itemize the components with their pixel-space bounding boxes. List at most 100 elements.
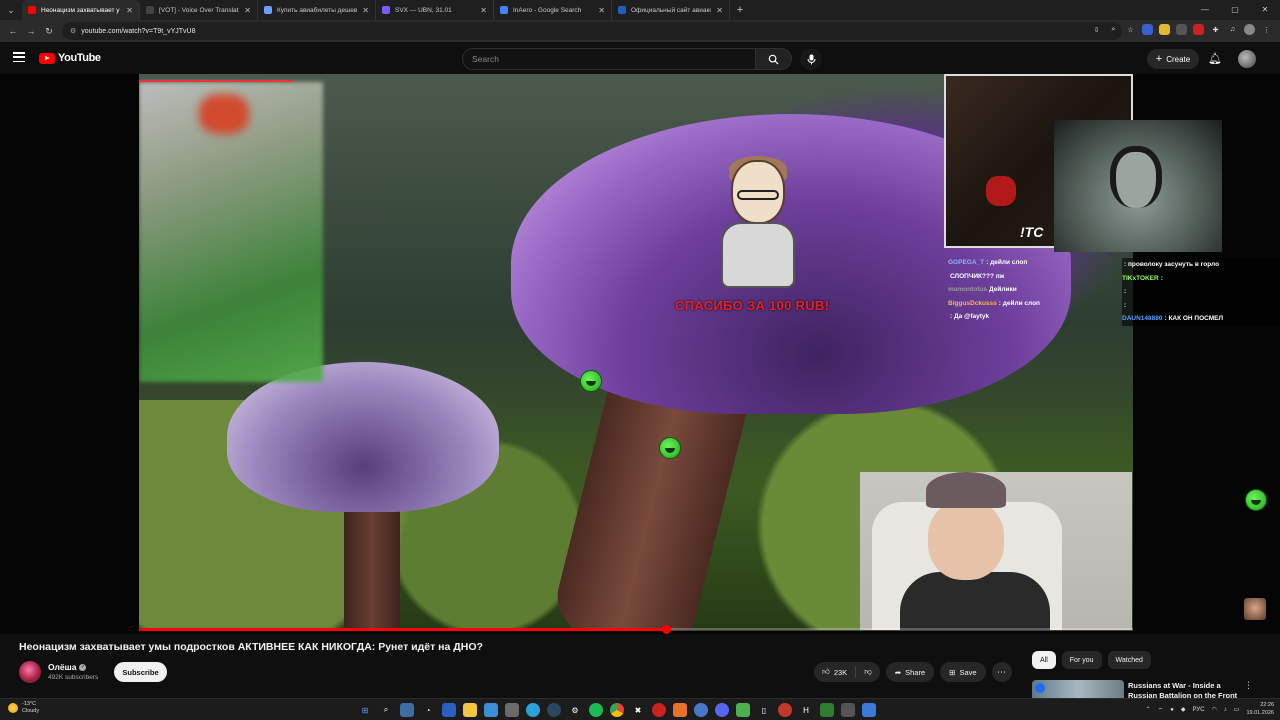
filter-chip[interactable]: For you [1061,651,1102,669]
tab-title: Купить авиабилеты дешево о [277,6,358,14]
browser-tab[interactable]: InAero - Google Search ✕ [494,0,612,20]
search-input[interactable] [462,48,756,70]
extension-yellow-icon[interactable] [1159,24,1170,35]
browser-tab[interactable]: SVX — UBN, 31.01 ✕ [376,0,494,20]
browser-tab[interactable]: Официальный сайт авиакомп ✕ [612,0,730,20]
channel-avatar[interactable] [19,661,41,683]
app-icon[interactable] [652,703,666,717]
app-icon[interactable]: H [799,703,813,717]
minimize-button[interactable]: — [1190,0,1220,20]
discord-icon[interactable] [715,703,729,717]
tab-search-menu[interactable]: ⌄ [0,0,22,20]
taskbar-search-icon[interactable]: ⌕ [379,703,393,717]
new-tab-button[interactable]: + [730,4,750,16]
voice-search-button[interactable] [800,48,822,70]
profile-icon[interactable] [1244,24,1255,35]
account-avatar[interactable] [1238,50,1256,68]
browser-menu-icon[interactable]: ⋮ [1261,24,1272,35]
media-control-icon[interactable]: ♫ [1227,24,1238,35]
app-icon[interactable] [442,703,456,717]
volume-icon[interactable]: ♪ [1224,707,1227,713]
app-icon[interactable]: ✖ [631,703,645,717]
search-button[interactable] [756,48,792,70]
network-icon[interactable]: ⌔ [1158,706,1164,714]
input-language[interactable]: РУС [1193,707,1205,713]
dislike-button[interactable]: 👎︎ [856,662,880,682]
install-app-icon[interactable]: ⇩ [1091,24,1102,35]
minecraft-icon[interactable] [736,703,750,717]
forward-button[interactable]: → [22,26,40,36]
close-window-button[interactable]: ✕ [1250,0,1280,20]
filter-chip[interactable]: Watched [1107,651,1151,669]
url-bar[interactable]: ⚙ youtube.com/watch?v=T9t_vYJTvU8 [62,22,1122,40]
app-icon[interactable]: ⚙ [568,703,582,717]
steam-icon[interactable] [547,703,561,717]
guide-menu-icon[interactable] [13,52,25,62]
browser-tab[interactable]: Неонацизм захватывает у ✕ [22,0,140,20]
progress-scrubber[interactable] [662,625,671,634]
tab-close-icon[interactable]: ✕ [716,6,723,15]
spotify-icon[interactable] [589,703,603,717]
video-progress-bar[interactable] [139,625,1133,634]
file-explorer-icon[interactable] [463,703,477,717]
back-button[interactable]: ← [4,26,22,36]
video-actions: 👍︎ 23K 👎︎ ➦ Share ⊞ Save ⋯ [814,662,1012,682]
app-icon[interactable]: ▯ [757,703,771,717]
app-icon[interactable] [505,703,519,717]
weather-widget[interactable]: -13°C Cloudy [8,701,39,715]
tab-close-icon[interactable]: ✕ [362,6,369,15]
tab-close-icon[interactable]: ✕ [598,6,605,15]
zoom-icon[interactable]: ⌕ [1108,24,1119,35]
channel-name[interactable]: Олёша [48,662,76,672]
app-icon[interactable] [778,703,792,717]
app-icon[interactable] [484,703,498,717]
tab-close-icon[interactable]: ✕ [126,6,133,15]
maximize-button[interactable]: ▢ [1220,0,1250,20]
recommendation-title[interactable]: Russians at War - Inside a Russian Batta… [1128,681,1238,699]
tray-app-icon[interactable]: ◆ [1181,706,1186,713]
recommendation-menu-icon[interactable]: ⋮ [1244,680,1253,691]
search-box [462,48,792,70]
video-player[interactable]: СПАСИБО ЗА 100 RUB! !ТС GGPEGA_T: дейли … [0,74,1280,634]
telegram-icon[interactable] [526,703,540,717]
chrome-icon[interactable] [610,703,624,717]
windows-start-icon[interactable]: ⊞ [358,703,372,717]
tab-close-icon[interactable]: ✕ [480,6,487,15]
app-icon[interactable] [694,703,708,717]
reload-button[interactable]: ↻ [40,26,58,37]
save-button[interactable]: ⊞ Save [940,662,986,682]
wifi-icon[interactable]: ◠ [1212,706,1217,713]
app-icon[interactable] [820,703,834,717]
site-info-icon[interactable]: ⚙ [70,27,76,35]
app-icon[interactable] [673,703,687,717]
extension-translate-icon[interactable] [1142,24,1153,35]
donation-alert-text: СПАСИБО ЗА 100 RUB! [675,298,830,313]
app-icon[interactable] [862,703,876,717]
tray-overflow-icon[interactable]: ⌃ [1146,706,1151,713]
extension-red-icon[interactable] [1193,24,1204,35]
app-icon[interactable] [841,703,855,717]
channel-name-row[interactable]: Олёша ✓ [48,662,87,672]
chat-message: : [1122,285,1280,299]
browser-tab[interactable]: Купить авиабилеты дешево о ✕ [258,0,376,20]
like-button[interactable]: 👍︎ 23K [814,662,855,682]
filter-chip[interactable]: All [1032,651,1056,669]
more-actions-button[interactable]: ⋯ [991,662,1012,682]
recommendation-thumbnail[interactable] [1032,680,1124,698]
youtube-logo[interactable]: YouTube [39,52,101,64]
browser-tab[interactable]: [VOT] - Voice Over Translation ✕ [140,0,258,20]
bookmark-star-icon[interactable]: ☆ [1125,24,1136,35]
notifications-bell-icon[interactable]: 🔔︎ [1208,52,1222,65]
extension-grey-icon[interactable] [1176,24,1187,35]
subscribe-button[interactable]: Subscribe [114,662,167,682]
extensions-puzzle-icon[interactable]: ✚ [1210,24,1221,35]
share-button[interactable]: ➦ Share [885,662,935,682]
app-icon[interactable]: ◔ [421,703,435,717]
tab-close-icon[interactable]: ✕ [244,6,251,15]
system-clock[interactable]: 22:26 19.01.2026 [1246,702,1274,717]
battery-icon[interactable]: ▭ [1234,706,1240,713]
task-view-icon[interactable] [400,703,414,717]
tray-app-icon[interactable]: ● [1170,707,1174,713]
create-button[interactable]: + Create [1147,49,1199,69]
youtube-logo-text: YouTube [58,52,101,64]
